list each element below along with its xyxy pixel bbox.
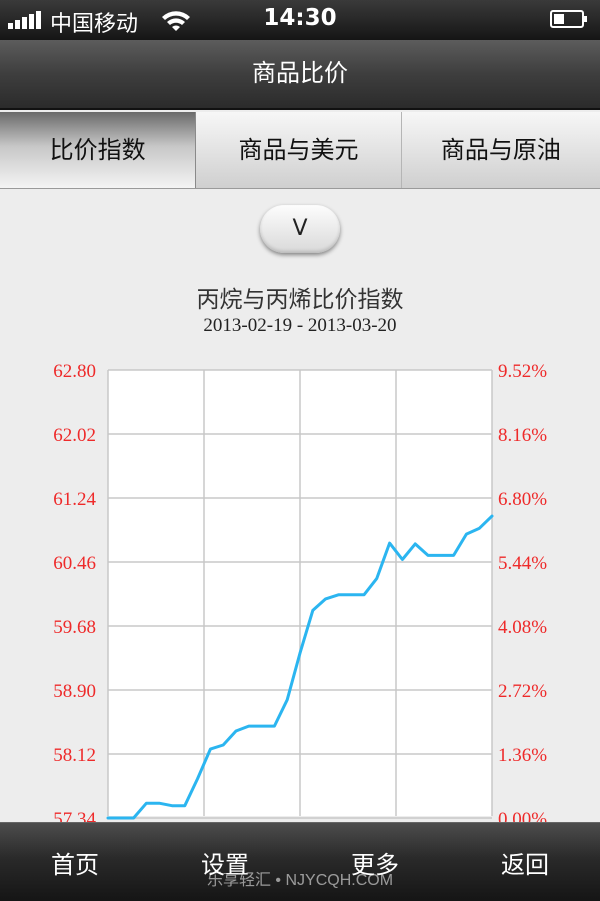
line-chart: 62.80 62.02 61.24 60.46 59.68 58.90 58.12 57.34… (53, 361, 547, 822)
chevron-down-icon[interactable]: V (260, 205, 340, 253)
right-axis-tick-label: 6.80% (498, 489, 547, 510)
chart-title: 丙烷与丙烯比价指数 (196, 287, 404, 313)
right-axis-tick-label: 5.44% (498, 553, 547, 574)
right-axis-tick-label: 9.52% (498, 361, 547, 382)
tab-commodity-vs-dollar[interactable]: 商品与美元 (196, 112, 402, 188)
settings-button[interactable]: 设置 (150, 823, 300, 901)
left-axis-tick-label: 60.46 (53, 553, 96, 574)
left-axis-tick-label: 59.68 (53, 617, 96, 638)
left-axis: 62.80 62.02 61.24 60.46 59.68 58.90 58.12 57.34 (53, 361, 96, 822)
status-bar: 中国移动 14:30 (0, 0, 600, 40)
chart-date-range: 2013-02-19 - 2013-03-20 (203, 315, 397, 336)
segmented-tabs: 比价指数 商品与美元 商品与原油 (0, 112, 600, 189)
bottom-nav: 首页 设置 更多 返回 (0, 822, 600, 901)
dropdown-symbol: V (292, 216, 308, 241)
chart-grid (107, 369, 493, 819)
right-axis-tick-label: 1.36% (498, 745, 547, 766)
left-axis-tick-label: 58.90 (53, 681, 96, 702)
battery-icon (550, 10, 587, 28)
more-button[interactable]: 更多 (300, 823, 450, 901)
right-axis-tick-label: 0.00% (498, 809, 547, 822)
page-title: 商品比价 (252, 59, 348, 87)
left-axis-tick-label: 57.34 (53, 809, 96, 822)
right-axis-tick-label: 2.72% (498, 681, 547, 702)
back-button[interactable]: 返回 (450, 823, 600, 901)
status-time: 14:30 (263, 5, 337, 31)
nav-bar: 商品比价 (0, 40, 600, 110)
tab-ratio-index[interactable]: 比价指数 (0, 112, 197, 188)
left-axis-tick-label: 62.80 (53, 361, 96, 382)
left-axis-tick-label: 62.02 (53, 425, 96, 446)
right-axis-tick-label: 4.08% (498, 617, 547, 638)
left-axis-tick-label: 58.12 (53, 745, 96, 766)
home-button[interactable]: 首页 (0, 823, 150, 901)
left-axis-tick-label: 61.24 (53, 489, 96, 510)
tab-commodity-vs-oil[interactable]: 商品与原油 (402, 112, 600, 188)
right-axis-tick-label: 8.16% (498, 425, 547, 446)
right-axis: 9.52% 8.16% 6.80% 5.44% 4.08% 2.72% 1.36% 0.00% (498, 361, 547, 822)
